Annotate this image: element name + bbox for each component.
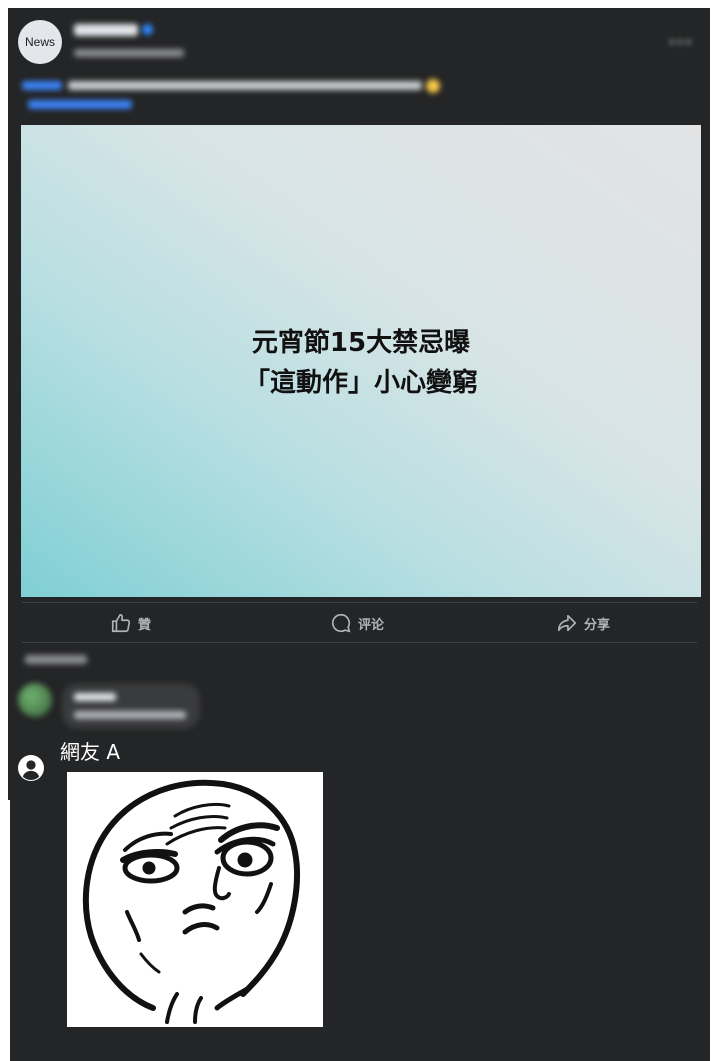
screenshot-edge <box>8 800 10 1061</box>
divider-top <box>22 602 697 603</box>
share-arrow-icon <box>557 614 577 632</box>
image-headline: 元宵節15大禁忌曝 「這動作」小心變窮 <box>21 323 701 403</box>
meme-image <box>67 772 323 1027</box>
like-button[interactable]: 贊 <box>110 611 151 635</box>
page-name-blurred[interactable] <box>74 24 138 36</box>
like-label: 贊 <box>138 617 152 633</box>
post-image[interactable]: 元宵節15大禁忌曝 「這動作」小心變窮 <box>21 125 701 597</box>
comment-button[interactable]: 评论 <box>330 611 384 635</box>
rage-face-drawing <box>82 779 300 1024</box>
share-button[interactable]: 分享 <box>556 611 610 635</box>
user-avatar-icon <box>18 755 44 781</box>
verified-badge-icon <box>142 24 153 35</box>
commenter-avatar-blurred[interactable] <box>18 683 52 717</box>
more-options-icon[interactable]: ••• <box>668 36 693 50</box>
page-avatar-label: News <box>24 35 55 49</box>
emoji-icon <box>426 79 440 93</box>
divider-bottom <box>22 642 697 643</box>
caption-line-blurred <box>68 81 422 90</box>
comment-bubble-blurred <box>62 683 200 729</box>
share-label: 分享 <box>584 617 611 633</box>
headline-line-1: 元宵節15大禁忌曝 <box>251 328 471 358</box>
comment-text-blurred <box>74 711 186 719</box>
caption-link-blurred[interactable] <box>28 100 132 109</box>
comment-label: 评论 <box>358 617 385 633</box>
comment-username: 網友 A <box>60 740 121 764</box>
caption-hashtag-blurred[interactable] <box>22 81 62 90</box>
thumbs-up-icon <box>111 613 131 633</box>
facebook-post-card: News ••• 元宵節15大禁忌曝 「這動作」小心變窮 贊 评论 分享 網友 … <box>8 8 710 1061</box>
comment-sort-blurred[interactable] <box>25 655 87 664</box>
comment-bubble-icon <box>331 613 351 633</box>
page-avatar[interactable]: News <box>18 20 62 64</box>
headline-line-2: 「這動作」小心變窮 <box>243 368 478 398</box>
commenter-name-blurred[interactable] <box>74 693 116 701</box>
post-meta-blurred <box>74 49 184 57</box>
